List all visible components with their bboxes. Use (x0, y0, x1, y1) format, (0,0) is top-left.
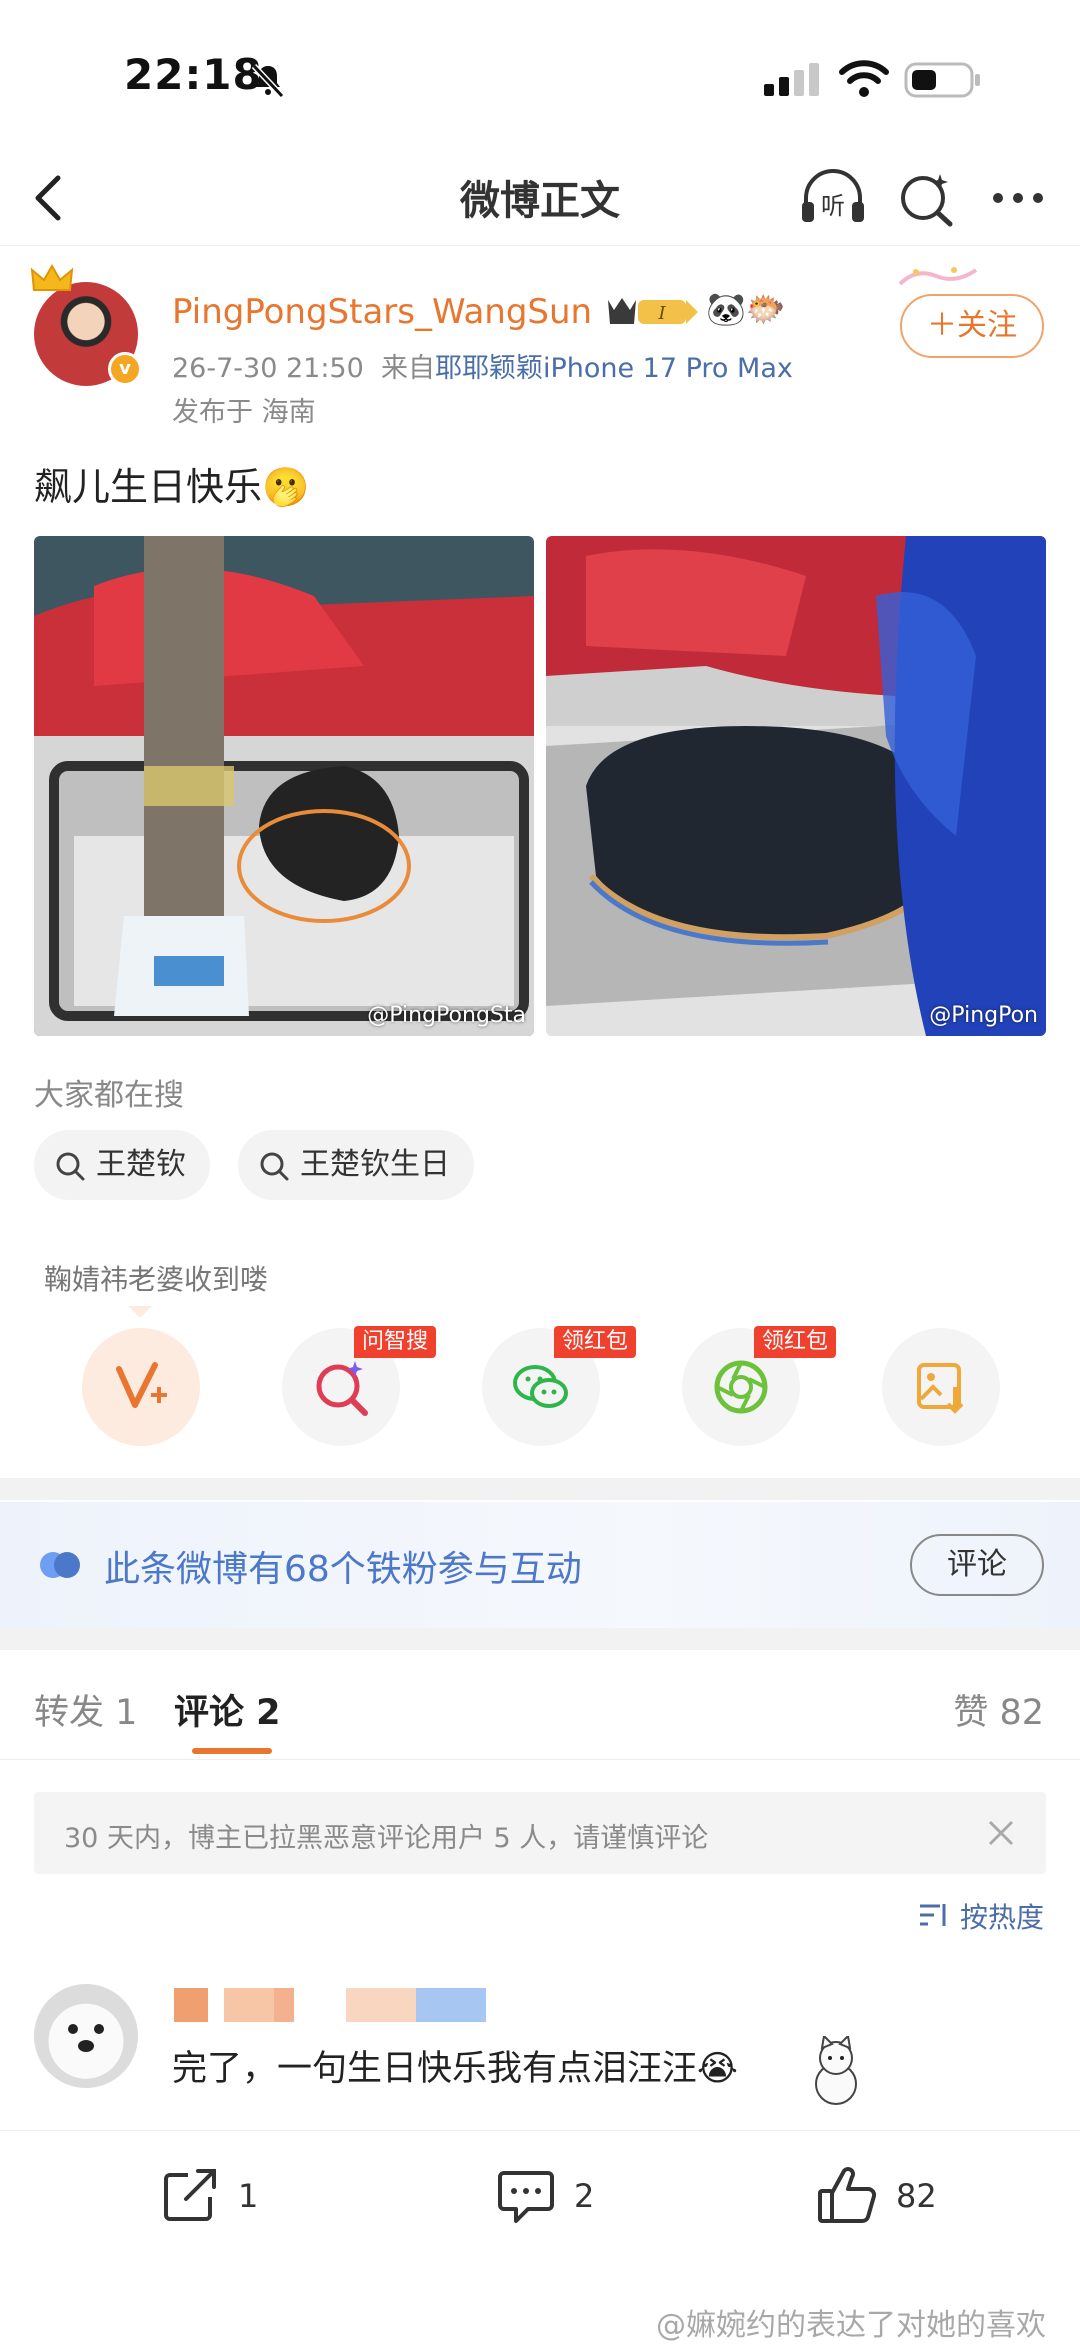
trending-search-label: 王楚钦 (96, 1147, 186, 1182)
commenter-name-pixelated (274, 1988, 294, 2022)
action-tag: 领红包 (554, 1326, 637, 1358)
post-image-1[interactable]: @PingPongSta (34, 536, 534, 1036)
more-options-icon[interactable] (988, 170, 1048, 226)
verified-badge-icon: v (108, 352, 142, 386)
image-content-2 (546, 536, 1046, 1036)
fans-banner: 此条微博有68个铁粉参与互动 评论 (0, 1502, 1080, 1628)
comment-notice: 30 天内，博主已拉黑恶意评论用户 5 人，请谨慎评论 (34, 1792, 1046, 1874)
action-tag: 领红包 (754, 1326, 837, 1358)
battery-icon (904, 62, 980, 98)
like-count: 82 (896, 2177, 937, 2215)
banner-comment-button[interactable]: 评论 (910, 1534, 1044, 1596)
follow-button[interactable]: ＋关注 (900, 294, 1044, 358)
post-text: 飙儿生日快乐🫢 (34, 465, 310, 509)
smart-search-icon (316, 1361, 368, 1416)
sort-label: 按热度 (959, 1901, 1044, 1934)
reward-text: 鞠婧祎老婆收到喽 (44, 1263, 269, 1296)
emoji-badges: 🐼🐡 (706, 290, 786, 328)
tab-likes[interactable]: 赞 82 (953, 1684, 1044, 1735)
post-location: 发布于 海南 (172, 397, 316, 428)
comment-bubble-icon (498, 2171, 554, 2223)
commenter-name-pixelated (416, 1988, 486, 2022)
follow-sparkle-decoration (898, 267, 978, 286)
action-tag: 问智搜 (354, 1326, 437, 1358)
trending-search-chip[interactable]: 王楚钦 (34, 1130, 210, 1200)
vplus-action-button[interactable] (82, 1328, 200, 1446)
sort-icon (919, 1904, 946, 1926)
fans-banner-text: 此条微博有68个铁粉参与互动 (104, 1549, 582, 1590)
status-bar: 22:18 (0, 0, 1080, 150)
section-divider (0, 1478, 1080, 1500)
active-tab-indicator (192, 1748, 272, 1754)
post-image-2[interactable]: @PingPon (546, 536, 1046, 1036)
section-divider (0, 1628, 1080, 1650)
commenter-name-pixelated (174, 1988, 208, 2022)
commenter-avatar[interactable] (34, 1984, 138, 2088)
status-time: 22:18 (124, 50, 263, 99)
pointer-notch (128, 1306, 152, 1318)
comment-text: 完了，一句生日快乐我有点泪汪汪😭 (172, 2049, 738, 2089)
bell-muted-icon (251, 63, 285, 99)
cat-sticker-icon (815, 2036, 857, 2105)
comment-count: 2 (574, 2177, 595, 2215)
post-source[interactable]: 耶耶颖颖iPhone 17 Pro Max (435, 353, 793, 384)
tab-comments[interactable]: 评论 2 (174, 1684, 281, 1735)
image-watermark-1: @PingPongSta (367, 1003, 526, 1028)
svg-text:听: 听 (821, 192, 845, 220)
svg-text:I: I (657, 303, 666, 324)
moments-icon (714, 1360, 768, 1414)
commenter-name-pixelated (346, 1988, 416, 2022)
repost-count: 1 (238, 2177, 259, 2215)
notice-text: 30 天内，博主已拉黑恶意评论用户 5 人，请谨慎评论 (64, 1823, 709, 1854)
vip-level-badge-icon: I (608, 298, 698, 324)
share-repost-icon (164, 2169, 216, 2221)
trending-search-label: 王楚钦生日 (300, 1147, 450, 1182)
search-icon (56, 1152, 85, 1181)
search-icon (260, 1152, 289, 1181)
fans-badge-icon (40, 1552, 80, 1578)
footer-watermark: @嫲婉约的表达了对她的喜欢 (656, 2308, 1046, 2343)
post-date: 26-7-30 21:50 (172, 353, 364, 384)
trending-search-chip[interactable]: 王楚钦生日 (238, 1130, 474, 1200)
post-source-prefix: 来自 (380, 353, 435, 384)
wechat-icon (513, 1365, 568, 1408)
thumbs-up-icon (818, 2167, 877, 2223)
save-image-button[interactable] (882, 1328, 1000, 1446)
crown-icon (30, 263, 74, 291)
wifi-icon (839, 60, 889, 97)
author-username[interactable]: PingPongStars_WangSun (172, 292, 592, 332)
tab-reposts[interactable]: 转发 1 (34, 1684, 137, 1735)
sort-by-heat-button[interactable]: 按热度 (918, 1896, 1044, 1936)
image-watermark-2: @PingPon (929, 1003, 1038, 1028)
listen-headphones-icon[interactable]: 听 (798, 166, 868, 230)
post-meta: 26-7-30 21:50 来自耶耶颖颖iPhone 17 Pro Max (172, 346, 793, 385)
cellular-signal-icon (764, 63, 819, 96)
commenter-name-pixelated (224, 1988, 274, 2022)
ai-search-icon[interactable] (896, 166, 956, 230)
save-image-icon (917, 1363, 964, 1414)
nav-bar: 微博正文 听 (0, 150, 1080, 246)
trending-label: 大家都在搜 (34, 1078, 184, 1113)
vplus-icon (116, 1362, 167, 1408)
image-content-1 (34, 536, 534, 1036)
close-icon[interactable] (984, 1816, 1018, 1850)
interaction-tabs: 转发 1 评论 2 赞 82 (0, 1654, 1080, 1760)
